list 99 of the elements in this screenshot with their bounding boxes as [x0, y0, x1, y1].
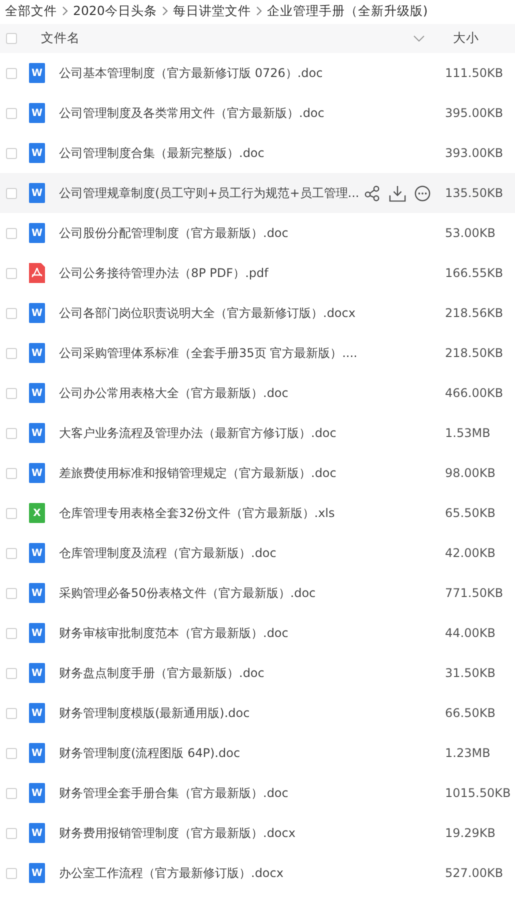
file-icon: W	[29, 823, 45, 843]
file-name[interactable]: 办公室工作流程（官方最新修订版）.docx	[59, 864, 431, 882]
file-size: 1.23MB	[444, 746, 492, 760]
file-name[interactable]: 公司采购管理体系标准（全套手册35页 官方最新版）....	[59, 344, 431, 362]
file-icon: W	[29, 143, 45, 163]
checkbox[interactable]	[6, 33, 17, 44]
breadcrumb-link[interactable]: 每日讲堂文件	[172, 2, 251, 20]
file-size: 135.50KB	[444, 186, 504, 200]
file-size: 771.50KB	[444, 586, 504, 600]
file-size: 466.00KB	[444, 386, 504, 400]
file-icon: W	[29, 623, 45, 643]
file-size: 66.50KB	[444, 706, 496, 720]
breadcrumb-link[interactable]: 2020今日头条	[73, 2, 157, 20]
checkbox[interactable]	[6, 468, 17, 478]
file-row[interactable]: W 公司管理规章制度(员工守则+员工行为规范+员工管理... 135.50KB	[0, 173, 515, 213]
checkbox[interactable]	[6, 388, 17, 398]
checkbox[interactable]	[6, 148, 17, 158]
download-icon[interactable]	[389, 184, 406, 202]
checkbox[interactable]	[6, 748, 17, 758]
file-icon: W	[29, 303, 45, 323]
file-name[interactable]: 财务管理制度(流程图版 64P).doc	[59, 744, 431, 762]
file-size: 218.56KB	[444, 306, 504, 320]
file-icon: W	[29, 103, 45, 123]
checkbox[interactable]	[6, 508, 17, 518]
checkbox[interactable]	[6, 188, 17, 198]
checkbox[interactable]	[6, 308, 17, 318]
file-icon: W	[29, 863, 45, 883]
file-size: 393.00KB	[444, 146, 504, 160]
file-icon: W	[29, 463, 45, 483]
file-name[interactable]: 公司办公常用表格大全（官方最新版）.doc	[59, 384, 431, 402]
checkbox[interactable]	[6, 108, 17, 118]
checkbox[interactable]	[6, 548, 17, 558]
file-size: 98.00KB	[444, 466, 496, 480]
file-name[interactable]: 大客户业务流程及管理办法（最新官方修订版）.doc	[59, 424, 431, 442]
file-name[interactable]: 公司股份分配管理制度（官方最新版）.doc	[59, 224, 431, 242]
column-header[interactable]: 大小	[453, 30, 515, 47]
file-name[interactable]: 公司公务接待管理办法（8P PDF）.pdf	[59, 264, 431, 282]
checkbox[interactable]	[6, 348, 17, 358]
column-header[interactable]: 文件名	[29, 30, 413, 47]
checkbox[interactable]	[6, 828, 17, 838]
file-size: 395.00KB	[444, 106, 504, 120]
pdf-file-icon	[29, 263, 45, 283]
file-size: 31.50KB	[444, 666, 496, 680]
checkbox[interactable]	[6, 68, 17, 78]
checkbox[interactable]	[6, 788, 17, 798]
checkbox[interactable]	[6, 628, 17, 638]
share-icon[interactable]	[364, 184, 381, 202]
file-size: 53.00KB	[444, 226, 496, 240]
file-name[interactable]: 差旅费使用标准和报销管理规定（官方最新版）.doc	[59, 464, 431, 482]
file-name[interactable]: 财务费用报销管理制度（官方最新版）.docx	[59, 824, 431, 842]
file-size: 42.00KB	[444, 546, 496, 560]
file-icon: W	[29, 183, 45, 203]
checkbox[interactable]	[6, 708, 17, 718]
file-icon: X	[29, 503, 45, 523]
file-size: 218.50KB	[444, 346, 504, 360]
more-icon[interactable]	[414, 184, 431, 202]
file-size: 166.55KB	[444, 266, 504, 280]
file-size: 527.00KB	[444, 866, 504, 880]
checkbox[interactable]	[6, 668, 17, 678]
file-name[interactable]: 财务盘点制度手册（官方最新版）.doc	[59, 664, 431, 682]
file-size: 19.29KB	[444, 826, 496, 840]
file-size: 44.00KB	[444, 626, 496, 640]
file-name[interactable]: 财务管理全套手册合集（官方最新版）.doc	[59, 784, 431, 802]
file-icon: W	[29, 663, 45, 683]
file-size: 111.50KB	[444, 66, 504, 80]
file-name[interactable]: 财务审核审批制度范本（官方最新版）.doc	[59, 624, 431, 642]
chevron-right-icon	[256, 6, 262, 16]
file-icon: W	[29, 223, 45, 243]
file-name[interactable]: 公司基本管理制度（官方最新修订版 0726）.doc	[59, 64, 431, 82]
chevron-down-icon[interactable]	[413, 35, 425, 42]
file-icon: W	[29, 583, 45, 603]
file-name[interactable]: 采购管理必备50份表格文件（官方最新版）.doc	[59, 584, 431, 602]
checkbox[interactable]	[6, 588, 17, 598]
checkbox[interactable]	[6, 868, 17, 878]
file-icon: W	[29, 383, 45, 403]
file-size: 1015.50KB	[444, 786, 512, 800]
checkbox[interactable]	[6, 428, 17, 438]
checkbox[interactable]	[6, 268, 17, 278]
file-name[interactable]: 仓库管理专用表格全套32份文件（官方最新版）.xls	[59, 504, 431, 522]
file-icon: W	[29, 743, 45, 763]
checkbox[interactable]	[6, 228, 17, 238]
file-icon: W	[29, 783, 45, 803]
breadcrumb-link[interactable]: 企业管理手册（全新升级版)	[266, 2, 428, 20]
breadcrumb-link[interactable]: 全部文件	[5, 2, 57, 20]
file-name[interactable]: 公司管理制度及各类常用文件（官方最新版）.doc	[59, 104, 431, 122]
file-name[interactable]: 公司各部门岗位职责说明大全（官方最新修订版）.docx	[59, 304, 431, 322]
chevron-right-icon	[62, 6, 68, 16]
file-icon: W	[29, 543, 45, 563]
file-size: 65.50KB	[444, 506, 496, 520]
file-name[interactable]: 公司管理规章制度(员工守则+员工行为规范+员工管理...	[59, 184, 356, 202]
file-name[interactable]: 财务管理制度模版(最新通用版).doc	[59, 704, 431, 722]
file-name[interactable]: 公司管理制度合集（最新完整版）.doc	[59, 144, 431, 162]
file-icon: W	[29, 63, 45, 83]
chevron-right-icon	[162, 6, 168, 16]
file-name[interactable]: 仓库管理制度及流程（官方最新版）.doc	[59, 544, 431, 562]
file-icon: W	[29, 703, 45, 723]
file-icon: W	[29, 343, 45, 363]
file-size: 1.53MB	[444, 426, 492, 440]
file-icon: W	[29, 423, 45, 443]
